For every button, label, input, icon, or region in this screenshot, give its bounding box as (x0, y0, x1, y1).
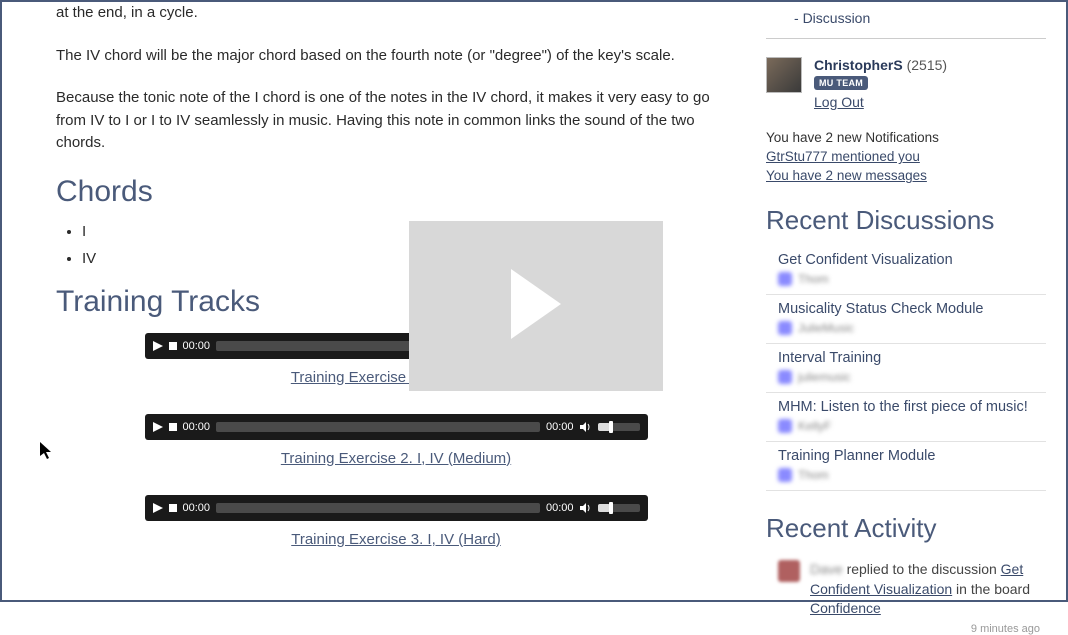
paragraph-1: at the end, in a cycle. (56, 2, 736, 25)
stop-icon[interactable] (169, 423, 177, 431)
recent-discussions-heading: Recent Discussions (766, 205, 1046, 236)
time-elapsed: 00:00 (183, 421, 211, 433)
main-content: at the end, in a cycle. The IV chord wil… (2, 2, 766, 600)
stop-icon[interactable] (169, 504, 177, 512)
time-elapsed: 00:00 (183, 340, 211, 352)
track-link[interactable]: Training Exercise 3. I, IV (Hard) (56, 531, 736, 548)
activity-item[interactable]: Dave replied to the discussion Get Confi… (766, 554, 1046, 619)
nav-label: Discussion (803, 10, 871, 26)
time-elapsed: 00:00 (183, 502, 211, 514)
play-icon[interactable] (153, 341, 163, 351)
track-link[interactable]: Training Exercise 2. I, IV (Medium) (56, 450, 736, 467)
notifications-summary: You have 2 new Notifications (766, 130, 1046, 145)
activity-text: replied to the discussion (843, 561, 1001, 577)
divider (766, 38, 1046, 39)
activity-user: Dave (810, 561, 843, 577)
discussion-item[interactable]: MHM: Listen to the first piece of music!… (766, 393, 1046, 442)
sidebar-item-discussion[interactable]: Discussion (794, 10, 1046, 26)
volume-icon[interactable] (580, 422, 592, 432)
video-thumbnail[interactable] (409, 221, 663, 391)
activity-text: in the board (952, 581, 1030, 597)
play-icon[interactable] (506, 269, 566, 344)
time-remaining: 00:00 (546, 421, 574, 433)
volume-bar[interactable] (598, 504, 640, 512)
discussion-item[interactable]: Musicality Status Check Module JulieMusi… (766, 295, 1046, 344)
discussion-item[interactable]: Get Confident Visualization Thom (766, 246, 1046, 295)
discussion-author: Thom (778, 468, 1046, 482)
play-icon[interactable] (153, 503, 163, 513)
discussion-title: Interval Training (778, 350, 1046, 366)
notification-messages[interactable]: You have 2 new messages (766, 168, 927, 183)
recent-activity-heading: Recent Activity (766, 513, 1046, 544)
team-badge: MU TEAM (814, 76, 868, 90)
discussion-author: KellyF (778, 419, 1046, 433)
discussion-item[interactable]: Interval Training juliemusic (766, 344, 1046, 393)
cursor-icon (40, 442, 54, 465)
time-remaining: 00:00 (546, 502, 574, 514)
stop-icon[interactable] (169, 342, 177, 350)
sidebar: Discussion ChristopherS (2515) MU TEAM L… (766, 2, 1066, 600)
volume-icon[interactable] (580, 503, 592, 513)
user-block: ChristopherS (2515) MU TEAM Log Out (766, 57, 1046, 110)
user-score: (2515) (907, 57, 947, 73)
discussion-title: MHM: Listen to the first piece of music! (778, 399, 1046, 415)
seek-bar[interactable] (216, 503, 540, 513)
discussion-author: JulieMusic (778, 321, 1046, 335)
logout-link[interactable]: Log Out (814, 94, 947, 110)
user-name[interactable]: ChristopherS (814, 57, 903, 73)
discussion-item[interactable]: Training Planner Module Thom (766, 442, 1046, 491)
audio-player[interactable]: 00:00 00:00 (145, 414, 648, 440)
volume-bar[interactable] (598, 423, 640, 431)
avatar (778, 560, 800, 582)
discussion-author: juliemusic (778, 370, 1046, 384)
discussion-title: Get Confident Visualization (778, 252, 1046, 268)
discussion-title: Training Planner Module (778, 448, 1046, 464)
activity-time: 9 minutes ago (766, 623, 1046, 635)
notification-mention[interactable]: GtrStu777 mentioned you (766, 149, 920, 164)
paragraph-2: The IV chord will be the major chord bas… (56, 45, 736, 68)
chords-heading: Chords (56, 175, 736, 209)
discussion-title: Musicality Status Check Module (778, 301, 1046, 317)
discussion-author: Thom (778, 272, 1046, 286)
seek-bar[interactable] (216, 422, 540, 432)
avatar[interactable] (766, 57, 802, 93)
paragraph-3: Because the tonic note of the I chord is… (56, 87, 736, 155)
activity-link[interactable]: Confidence (810, 600, 881, 616)
play-icon[interactable] (153, 422, 163, 432)
audio-player[interactable]: 00:00 00:00 (145, 495, 648, 521)
